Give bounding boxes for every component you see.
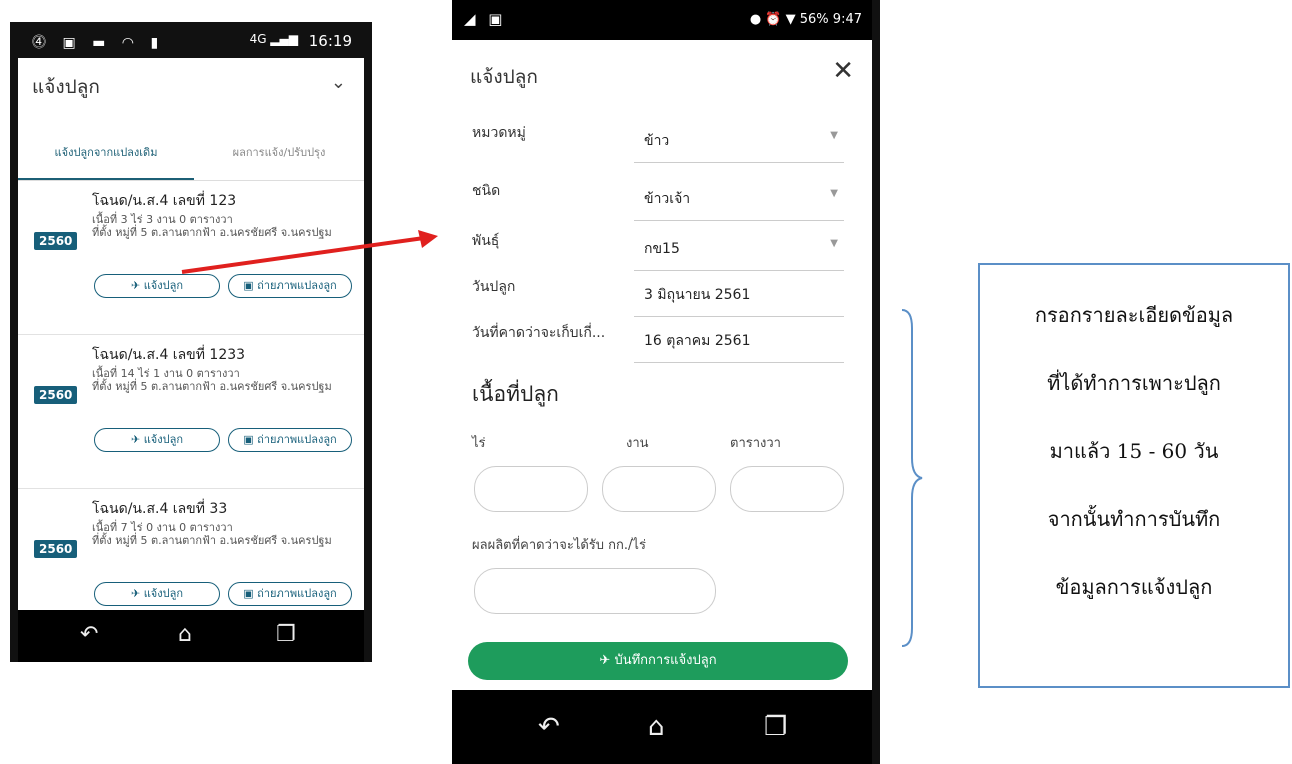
status-icons: ⓸ ▣ ▬ ◠ ▮ bbox=[32, 35, 165, 51]
page-title: แจ้งปลูก bbox=[32, 76, 100, 98]
photo-icon: ▣ bbox=[243, 587, 254, 600]
nav-bar: ↶ ⌂ ❐ bbox=[452, 690, 872, 764]
status-time: 16:19 bbox=[308, 32, 352, 50]
photo-icon: ▣ bbox=[243, 279, 254, 292]
send-icon: ✈ bbox=[130, 433, 141, 446]
unit-label-wa: ตารางวา bbox=[730, 436, 781, 451]
recent-apps-icon[interactable]: ❐ bbox=[764, 712, 787, 742]
report-label: แจ้งปลูก bbox=[143, 279, 183, 292]
plot-list-screen: แจ้งปลูก ⌄ แจ้งปลูกจากแปลงเดิม ผลการแจ้ง… bbox=[18, 58, 364, 610]
unit-label-ngan: งาน bbox=[626, 436, 649, 451]
phone-left: ⓸ ▣ ▬ ◠ ▮ 4G ▂▄▆ 16:19 แจ้งปลูก ⌄ แจ้งปล… bbox=[10, 22, 372, 662]
photo-label: ถ่ายภาพแปลงลูก bbox=[257, 433, 337, 446]
note-line: ข้อมูลการแจ้งปลูก bbox=[1055, 575, 1213, 599]
save-label: บันทึกการแจ้งปลูก bbox=[614, 653, 717, 668]
plot-location: ที่ตั้ง หมู่ที่ 5 ต.ลานตากฟ้า อ.นครชัยศร… bbox=[92, 534, 332, 547]
year-badge: 2560 bbox=[34, 540, 78, 558]
field-label: หมวดหมู่ bbox=[472, 125, 526, 141]
report-planting-button[interactable]: ✈ แจ้งปลูก bbox=[94, 582, 220, 606]
send-icon: ✈ bbox=[130, 587, 141, 600]
signal-icon: ◢ ▣ bbox=[464, 10, 507, 28]
signal-indicator: 4G ▂▄▆ bbox=[249, 32, 298, 46]
home-icon[interactable]: ⌂ bbox=[178, 622, 192, 647]
status-bar: ⓸ ▣ ▬ ◠ ▮ 4G ▂▄▆ 16:19 bbox=[18, 22, 364, 58]
plot-card: โฉนด/น.ส.4 เลขที่ 33 เนื้อที่ 7 ไร่ 0 งา… bbox=[18, 490, 364, 610]
yield-input[interactable] bbox=[474, 568, 716, 614]
note-line: ที่ได้ทำการเพาะปลูก bbox=[1047, 371, 1221, 395]
plot-location: ที่ตั้ง หมู่ที่ 5 ต.ลานตากฟ้า อ.นครชัยศร… bbox=[92, 380, 332, 393]
photo-plot-button[interactable]: ▣ ถ่ายภาพแปลงลูก bbox=[228, 582, 352, 606]
recent-apps-icon[interactable]: ❐ bbox=[276, 622, 296, 647]
status-bar: ◢ ▣ ● ⏰ ▼ 56% 9:47 bbox=[452, 0, 872, 40]
planting-form-screen: แจ้งปลูก ✕ หมวดหมู่ ข้าว ▼ ชนิด ข้าวเจ้า ▼… bbox=[452, 40, 872, 690]
rai-input[interactable] bbox=[474, 466, 588, 512]
report-label: แจ้งปลูก bbox=[143, 587, 183, 600]
chevron-down-icon[interactable]: ⌄ bbox=[331, 72, 346, 93]
category-select[interactable]: ข้าว ▼ bbox=[634, 114, 844, 163]
deed-number: โฉนด/น.ส.4 เลขที่ 33 bbox=[92, 501, 228, 517]
section-title: เนื้อที่ปลูก bbox=[472, 382, 559, 406]
type-select[interactable]: ข้าวเจ้า ▼ bbox=[634, 172, 844, 221]
yield-label: ผลผลิตที่คาดว่าจะได้รับ กก./ไร่ bbox=[472, 538, 646, 553]
field-category: หมวดหมู่ ข้าว ▼ bbox=[472, 114, 852, 172]
field-label: วันปลูก bbox=[472, 279, 516, 295]
dropdown-caret-icon: ▼ bbox=[830, 130, 838, 141]
field-label: ชนิด bbox=[472, 183, 501, 199]
wa-input[interactable] bbox=[730, 466, 844, 512]
back-icon[interactable]: ↶ bbox=[538, 712, 560, 742]
unit-label-rai: ไร่ bbox=[472, 436, 486, 451]
year-badge: 2560 bbox=[34, 232, 78, 250]
deed-number: โฉนด/น.ส.4 เลขที่ 1233 bbox=[92, 347, 246, 363]
tab-bar: แจ้งปลูกจากแปลงเดิม ผลการแจ้ง/ปรับปรุง bbox=[18, 128, 364, 181]
send-icon: ✈ bbox=[599, 653, 611, 668]
note-line: จากนั้นทำการบันทึก bbox=[1047, 507, 1221, 531]
note-line: มาแล้ว 15 - 60 วัน bbox=[1049, 439, 1219, 463]
harvest-date-input[interactable]: 16 ตุลาคม 2561 bbox=[634, 314, 844, 363]
close-icon[interactable]: ✕ bbox=[832, 56, 854, 86]
save-button[interactable]: ✈ บันทึกการแจ้งปลูก bbox=[468, 642, 848, 680]
dropdown-caret-icon: ▼ bbox=[830, 188, 838, 199]
field-value: กข15 bbox=[644, 241, 680, 257]
photo-icon: ▣ bbox=[243, 433, 254, 446]
report-label: แจ้งปลูก bbox=[143, 433, 183, 446]
field-harvest-date: วันที่คาดว่าจะเก็บเกี่... 16 ตุลาคม 2561 bbox=[472, 314, 852, 372]
field-value: ข้าว bbox=[644, 133, 670, 149]
plot-card: โฉนด/น.ส.4 เลขที่ 1233 เนื้อที่ 14 ไร่ 1… bbox=[18, 336, 364, 489]
variety-select[interactable]: กข15 ▼ bbox=[634, 222, 844, 271]
year-badge: 2560 bbox=[34, 386, 78, 404]
photo-plot-button[interactable]: ▣ ถ่ายภาพแปลงลูก bbox=[228, 428, 352, 452]
field-value: 16 ตุลาคม 2561 bbox=[644, 333, 751, 349]
pointer-arrow bbox=[181, 230, 438, 274]
field-label: วันที่คาดว่าจะเก็บเกี่... bbox=[472, 325, 606, 341]
status-time: 9:47 bbox=[832, 12, 862, 27]
field-label: พันธุ์ bbox=[472, 233, 500, 249]
field-value: 3 มิถุนายน 2561 bbox=[644, 287, 751, 303]
photo-label: ถ่ายภาพแปลงลูก bbox=[257, 279, 337, 292]
ngan-input[interactable] bbox=[602, 466, 716, 512]
page-title: แจ้งปลูก bbox=[470, 66, 538, 88]
report-planting-button[interactable]: ✈ แจ้งปลูก bbox=[94, 428, 220, 452]
status-right: ● ⏰ ▼ 56% 9:47 bbox=[749, 12, 862, 27]
photo-label: ถ่ายภาพแปลงลูก bbox=[257, 587, 337, 600]
nav-bar: ↶ ⌂ ❐ bbox=[18, 610, 364, 662]
deed-number: โฉนด/น.ส.4 เลขที่ 123 bbox=[92, 193, 237, 209]
back-icon[interactable]: ↶ bbox=[80, 622, 98, 647]
battery-level: 56% bbox=[799, 12, 829, 27]
note-line: กรอกรายละเอียดข้อมูล bbox=[1034, 303, 1234, 327]
home-icon[interactable]: ⌂ bbox=[648, 712, 665, 742]
tab-existing-plots[interactable]: แจ้งปลูกจากแปลงเดิม bbox=[18, 128, 194, 180]
planting-date-input[interactable]: 3 มิถุนายน 2561 bbox=[634, 268, 844, 317]
curly-brace bbox=[901, 309, 923, 647]
instruction-note: กรอกรายละเอียดข้อมูล ที่ได้ทำการเพาะปลูก… bbox=[978, 263, 1290, 688]
phone-right: ◢ ▣ ● ⏰ ▼ 56% 9:47 แจ้งปลูก ✕ หมวดหมู่ ข… bbox=[452, 0, 880, 764]
field-value: ข้าวเจ้า bbox=[644, 191, 691, 207]
dropdown-caret-icon: ▼ bbox=[830, 238, 838, 249]
send-icon: ✈ bbox=[130, 279, 141, 292]
tab-report-results[interactable]: ผลการแจ้ง/ปรับปรุง bbox=[194, 128, 364, 178]
